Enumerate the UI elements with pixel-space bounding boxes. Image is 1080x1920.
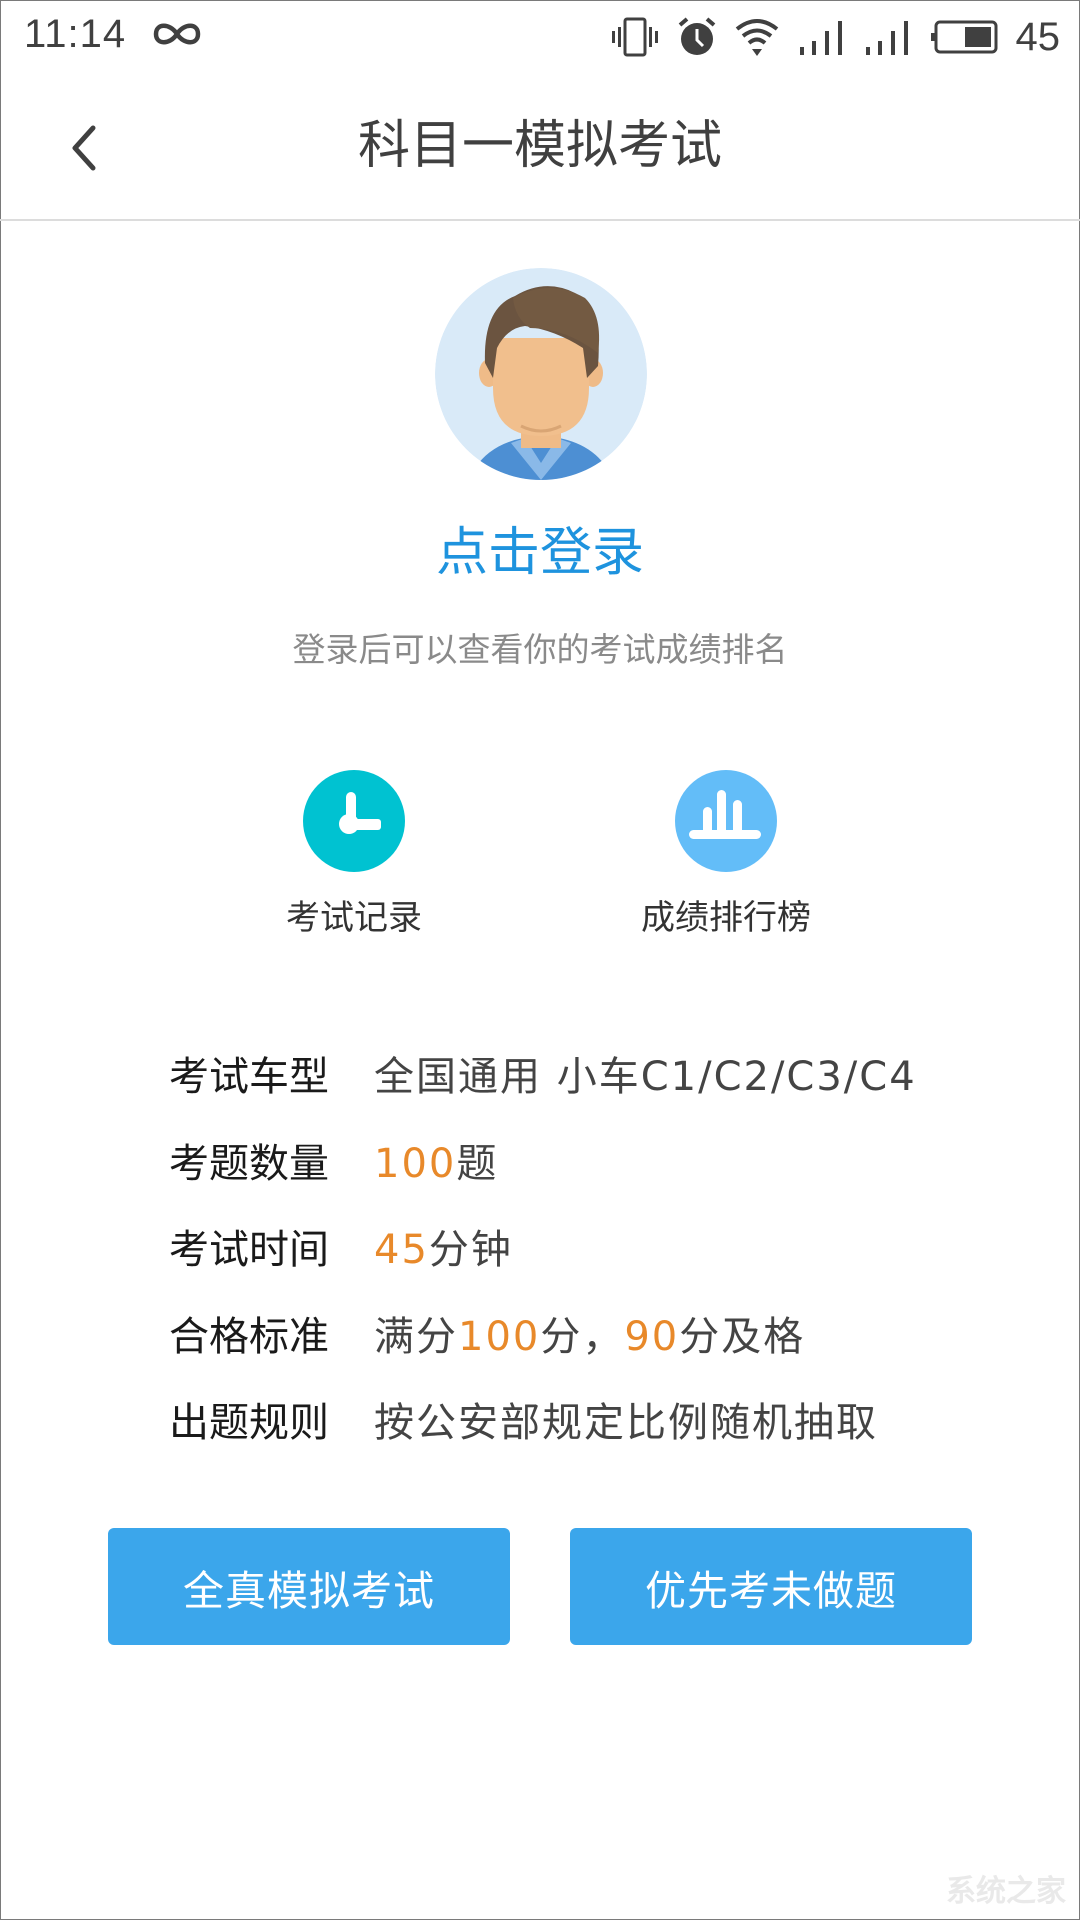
text: 分， bbox=[540, 1313, 625, 1360]
avatar[interactable] bbox=[435, 268, 647, 480]
info-label: 合格标准 bbox=[169, 1313, 329, 1360]
page-title: 科目一模拟考试 bbox=[357, 116, 722, 176]
leaderboard-button[interactable]: 成绩排行榜 bbox=[596, 770, 856, 950]
status-time: 11:14 bbox=[24, 12, 204, 57]
watermark: 系统之家 bbox=[946, 1874, 1066, 1909]
info-label: 出题规则 bbox=[169, 1400, 329, 1447]
info-value: 满分100分，90分及格 bbox=[374, 1304, 805, 1362]
unit-text: 分钟 bbox=[428, 1227, 513, 1274]
bar-chart-icon bbox=[689, 790, 761, 839]
login-link[interactable]: 点击登录 bbox=[0, 520, 1080, 586]
question-count: 100 bbox=[374, 1140, 457, 1187]
undone-first-button[interactable]: 优先考未做题 bbox=[570, 1528, 972, 1645]
status-icons: 45 bbox=[610, 12, 1061, 62]
exam-records-button[interactable]: 考试记录 bbox=[224, 770, 484, 950]
default-avatar-icon bbox=[435, 268, 647, 480]
leaderboard-label: 成绩排行榜 bbox=[641, 898, 811, 938]
info-value: 全国通用 小车C1/C2/C3/C4 bbox=[374, 1054, 917, 1101]
info-row-time: 考试时间 45分钟 bbox=[169, 1203, 969, 1290]
info-row-rule: 出题规则 按公安部规定比例随机抽取 bbox=[169, 1376, 969, 1463]
exam-info: 考试车型 全国通用 小车C1/C2/C3/C4 考题数量 100题 考试时间 4… bbox=[169, 1030, 969, 1463]
alarm-icon bbox=[678, 17, 715, 55]
full-score: 100 bbox=[458, 1313, 541, 1360]
clock-icon bbox=[339, 792, 381, 834]
infinity-icon bbox=[154, 23, 201, 45]
wifi-icon bbox=[735, 19, 778, 56]
info-label: 考试车型 bbox=[169, 1054, 329, 1101]
info-value: 按公安部规定比例随机抽取 bbox=[374, 1400, 878, 1447]
battery-icon bbox=[930, 20, 997, 54]
exam-records-icon-bg bbox=[303, 770, 405, 872]
signal-icon bbox=[865, 21, 908, 55]
info-label: 考题数量 bbox=[169, 1140, 329, 1187]
pass-score: 90 bbox=[624, 1313, 680, 1360]
info-row-count: 考题数量 100题 bbox=[169, 1117, 969, 1204]
leaderboard-icon-bg bbox=[675, 770, 777, 872]
vibrate-icon bbox=[611, 17, 658, 57]
battery-level: 45 bbox=[1015, 14, 1061, 59]
status-time-text: 11:14 bbox=[24, 12, 127, 56]
header-divider bbox=[0, 219, 1080, 221]
info-row-vehicle: 考试车型 全国通用 小车C1/C2/C3/C4 bbox=[169, 1030, 969, 1117]
info-row-pass: 合格标准 满分100分，90分及格 bbox=[169, 1290, 969, 1377]
full-exam-button[interactable]: 全真模拟考试 bbox=[108, 1528, 510, 1645]
info-value: 45分钟 bbox=[374, 1217, 513, 1275]
text: 分及格 bbox=[679, 1313, 806, 1360]
info-value: 100题 bbox=[374, 1131, 498, 1189]
unit-text: 题 bbox=[456, 1140, 499, 1187]
exam-records-label: 考试记录 bbox=[286, 898, 422, 938]
login-hint: 登录后可以查看你的考试成绩排名 bbox=[292, 630, 788, 669]
text: 满分 bbox=[374, 1313, 458, 1360]
exam-minutes: 45 bbox=[374, 1227, 429, 1274]
signal-icon bbox=[799, 21, 842, 55]
info-label: 考试时间 bbox=[169, 1227, 329, 1274]
